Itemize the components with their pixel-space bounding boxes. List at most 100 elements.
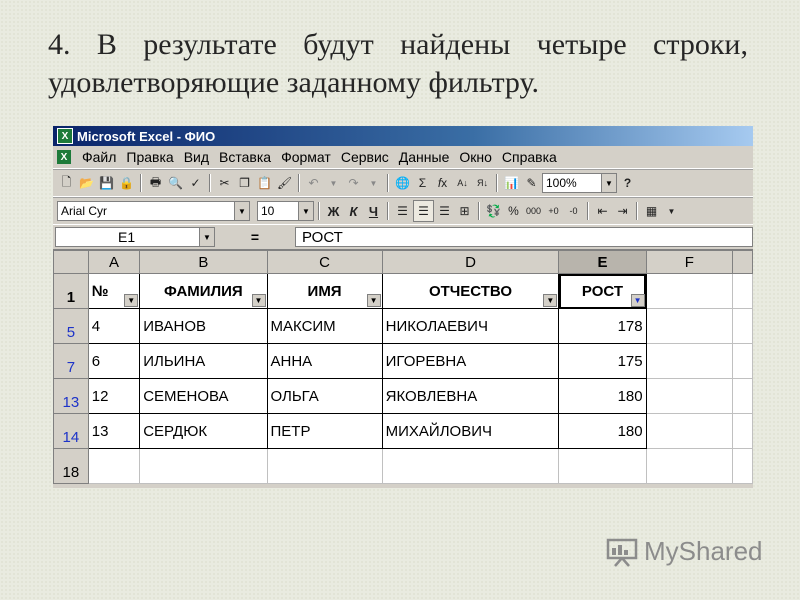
autofilter-dropdown-icon[interactable]: ▼ (124, 294, 139, 307)
redo-icon[interactable]: ↷ (344, 173, 363, 193)
borders-icon[interactable]: ▦ (642, 201, 661, 221)
cell[interactable]: СЕМЕНОВА (139, 378, 268, 414)
menu-data[interactable]: Данные (394, 149, 455, 165)
cell[interactable]: 12 (87, 378, 141, 414)
currency-icon[interactable]: 💱 (484, 201, 503, 221)
cell[interactable] (381, 448, 560, 484)
increase-decimal-icon[interactable]: +0 (544, 201, 563, 221)
decrease-decimal-icon[interactable]: -0 (564, 201, 583, 221)
cell[interactable] (732, 448, 753, 484)
cell[interactable]: № ▼ (87, 273, 141, 309)
bold-button[interactable]: Ж (324, 201, 343, 221)
cell[interactable]: НИКОЛАЕВИЧ (381, 308, 560, 344)
row-header[interactable]: 13 (53, 378, 89, 414)
cell[interactable] (732, 378, 753, 414)
spelling-icon[interactable]: ✓ (186, 173, 205, 193)
cell[interactable]: 4 (87, 308, 141, 344)
chevron-down-icon[interactable]: ▼ (199, 228, 214, 246)
cell[interactable]: 6 (87, 343, 141, 379)
column-header-f[interactable]: F (645, 250, 734, 274)
menu-insert[interactable]: Вставка (214, 149, 276, 165)
cell[interactable]: ОЛЬГА (266, 378, 383, 414)
sort-descending-icon[interactable]: Я↓ (473, 173, 492, 193)
cell[interactable] (645, 413, 734, 449)
menu-tools[interactable]: Сервис (336, 149, 394, 165)
cell[interactable]: ОТЧЕСТВО ▼ (381, 273, 560, 309)
cell[interactable]: ИЛЬИНА (139, 343, 268, 379)
chart-wizard-icon[interactable]: 📊 (502, 173, 521, 193)
cut-icon[interactable]: ✂ (215, 173, 234, 193)
title-bar[interactable]: X Microsoft Excel - ФИО (53, 126, 753, 146)
align-center-icon[interactable]: ☰ (413, 200, 434, 222)
cell[interactable]: ИГОРЕВНА (381, 343, 560, 379)
undo-icon[interactable]: ↶ (304, 173, 323, 193)
menu-help[interactable]: Справка (497, 149, 562, 165)
chevron-down-icon[interactable]: ▼ (234, 202, 249, 220)
cell[interactable] (732, 273, 753, 309)
cell[interactable]: ПЕТР (266, 413, 383, 449)
cell[interactable]: 175 (558, 343, 647, 379)
formula-input[interactable]: РОСТ (295, 227, 753, 247)
row-header[interactable]: 5 (53, 308, 89, 344)
column-header-a[interactable]: A (87, 250, 141, 274)
autofilter-dropdown-icon[interactable]: ▼ (630, 294, 645, 307)
menu-format[interactable]: Формат (276, 149, 336, 165)
format-painter-icon[interactable]: 🖌 (275, 173, 294, 193)
row-header[interactable]: 18 (53, 448, 89, 484)
column-header-b[interactable]: B (139, 250, 268, 274)
hyperlink-icon[interactable]: 🌐 (393, 173, 412, 193)
autofilter-dropdown-icon[interactable]: ▼ (366, 294, 381, 307)
cell[interactable] (266, 448, 383, 484)
cell[interactable]: ИВАНОВ (139, 308, 268, 344)
cell[interactable] (87, 448, 141, 484)
cell[interactable]: ИМЯ ▼ (266, 273, 383, 309)
font-size-select[interactable]: 10 ▼ (257, 201, 314, 221)
percent-icon[interactable]: % (504, 201, 523, 221)
print-preview-icon[interactable]: 🔍 (166, 173, 185, 193)
select-all-button[interactable] (53, 250, 89, 274)
underline-button[interactable]: Ч (364, 201, 383, 221)
borders-dropdown-icon[interactable]: ▼ (662, 201, 681, 221)
cell[interactable]: 13 (87, 413, 141, 449)
cell[interactable]: 180 (558, 413, 647, 449)
autosum-icon[interactable]: Σ (413, 173, 432, 193)
copy-icon[interactable]: ❐ (235, 173, 254, 193)
comma-style-icon[interactable]: 000 (524, 201, 543, 221)
zoom-select[interactable]: 100% ▼ (542, 173, 617, 193)
cell[interactable] (732, 343, 753, 379)
cell[interactable] (645, 378, 734, 414)
column-header-c[interactable]: C (266, 250, 383, 274)
drawing-icon[interactable]: ✎ (522, 173, 541, 193)
print-icon[interactable]: 🖶 (146, 173, 165, 193)
cell[interactable] (645, 308, 734, 344)
workbook-icon[interactable]: X (57, 150, 71, 164)
cell[interactable]: 180 (558, 378, 647, 414)
active-cell[interactable]: РОСТ ▼ (558, 273, 647, 309)
row-header[interactable]: 1 (53, 273, 89, 309)
cell[interactable] (558, 448, 647, 484)
decrease-indent-icon[interactable]: ⇤ (593, 201, 612, 221)
cell[interactable]: АННА (266, 343, 383, 379)
column-header-d[interactable]: D (381, 250, 560, 274)
row-header[interactable]: 7 (53, 343, 89, 379)
cell[interactable]: ЯКОВЛЕВНА (381, 378, 560, 414)
cell[interactable]: МИХАЙЛОВИЧ (381, 413, 560, 449)
function-icon[interactable]: fx (433, 173, 452, 193)
cell[interactable] (645, 343, 734, 379)
cell[interactable] (645, 273, 734, 309)
name-box[interactable]: E1 ▼ (55, 227, 215, 247)
align-left-icon[interactable]: ☰ (393, 201, 412, 221)
chevron-down-icon[interactable]: ▼ (298, 202, 313, 220)
cell[interactable] (645, 448, 734, 484)
menu-edit[interactable]: Правка (121, 149, 178, 165)
save-icon[interactable]: 💾 (97, 173, 116, 193)
open-icon[interactable]: 📂 (77, 173, 96, 193)
permission-icon[interactable]: 🔒 (117, 173, 136, 193)
help-icon[interactable]: ? (618, 173, 637, 193)
column-header-g[interactable] (732, 250, 753, 274)
sort-ascending-icon[interactable]: А↓ (453, 173, 472, 193)
menu-file[interactable]: Файл (77, 149, 121, 165)
cell[interactable] (732, 308, 753, 344)
chevron-down-icon[interactable]: ▼ (601, 174, 616, 192)
row-header[interactable]: 14 (53, 413, 89, 449)
